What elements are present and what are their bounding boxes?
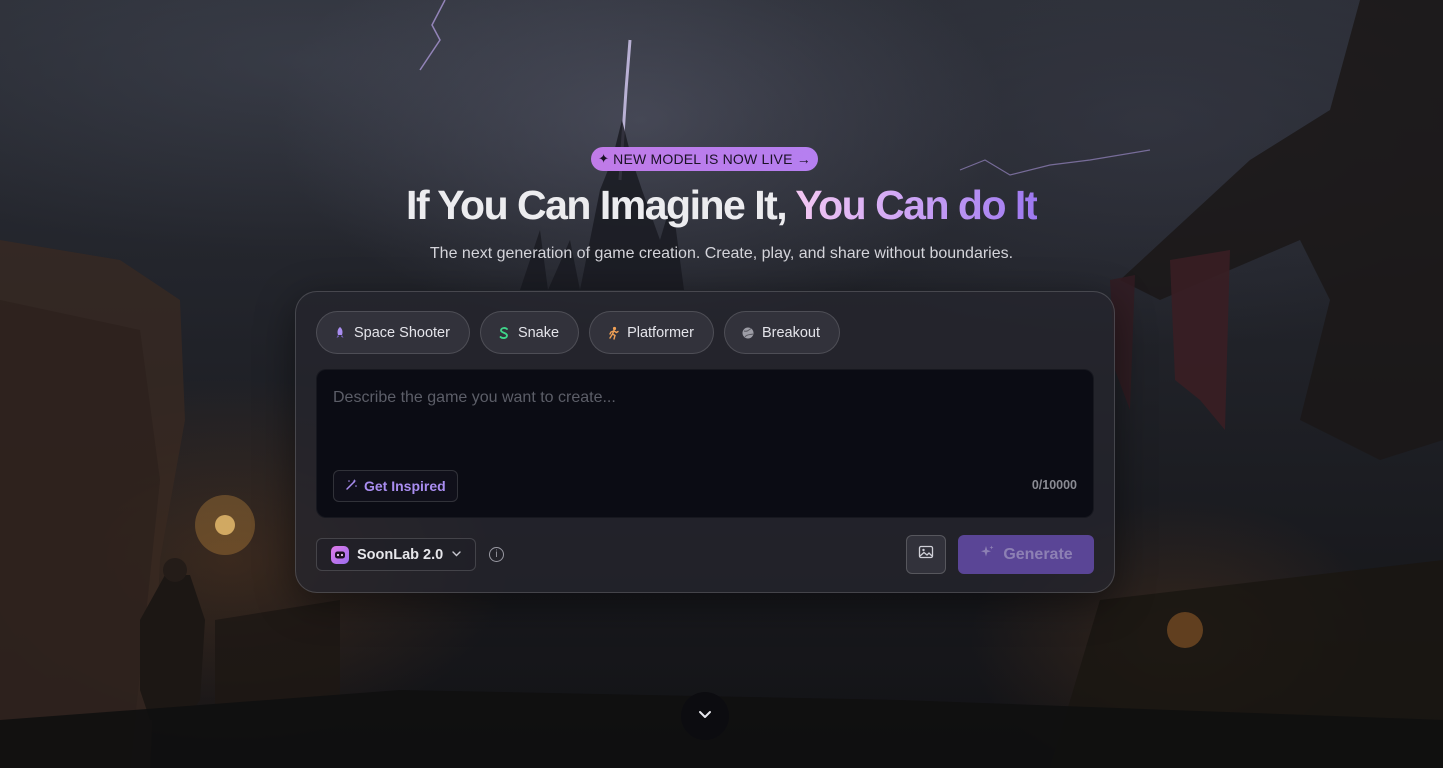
model-label: SoonLab 2.0 <box>357 546 444 563</box>
hero-headline: If You Can Imagine It, You Can do It <box>0 182 1443 229</box>
character-counter: 0/10000 <box>1031 478 1077 492</box>
chip-label: Space Shooter <box>354 324 450 341</box>
rocket-icon <box>333 326 347 340</box>
template-chip-snake[interactable]: Snake <box>479 311 580 354</box>
scroll-down-button[interactable] <box>681 692 729 740</box>
snake-icon <box>497 326 511 340</box>
game-description-input[interactable] <box>317 370 1093 465</box>
headline-text: If You Can Imagine It, <box>406 182 796 228</box>
game-prompt-panel: Space Shooter Snake Platformer Breakout <box>295 291 1115 593</box>
sparkle-icon <box>979 544 995 565</box>
template-chips: Space Shooter Snake Platformer Breakout <box>316 311 840 354</box>
hero-subline: The next generation of game creation. Cr… <box>429 245 1014 262</box>
upload-image-button[interactable] <box>906 535 946 574</box>
prompt-box: Get Inspired 0/10000 <box>316 369 1094 518</box>
image-icon <box>918 544 934 565</box>
template-chip-breakout[interactable]: Breakout <box>723 311 840 354</box>
chip-label: Platformer <box>627 324 694 341</box>
generate-label: Generate <box>1003 545 1073 563</box>
sparkle-icon: ✦ <box>598 151 610 166</box>
model-selector[interactable]: SoonLab 2.0 <box>316 538 476 571</box>
template-chip-platformer[interactable]: Platformer <box>589 311 714 354</box>
chevron-down-icon <box>451 547 462 563</box>
template-chip-space-shooter[interactable]: Space Shooter <box>316 311 470 354</box>
model-logo-icon <box>331 545 349 564</box>
info-icon[interactable]: i <box>489 547 504 562</box>
chip-label: Snake <box>517 324 560 341</box>
chevron-down-icon <box>696 705 714 728</box>
badge-label: NEW MODEL IS NOW LIVE → <box>613 151 811 167</box>
generate-button[interactable]: Generate <box>958 535 1094 574</box>
ball-icon <box>741 326 755 340</box>
get-inspired-label: Get Inspired <box>364 478 446 494</box>
chip-label: Breakout <box>761 324 820 341</box>
headline-accent-text: You Can do It <box>795 182 1038 228</box>
magic-wand-icon <box>345 478 358 494</box>
running-figure-icon <box>606 326 620 340</box>
new-model-badge[interactable]: ✦ NEW MODEL IS NOW LIVE → <box>591 147 818 171</box>
get-inspired-button[interactable]: Get Inspired <box>333 470 458 502</box>
